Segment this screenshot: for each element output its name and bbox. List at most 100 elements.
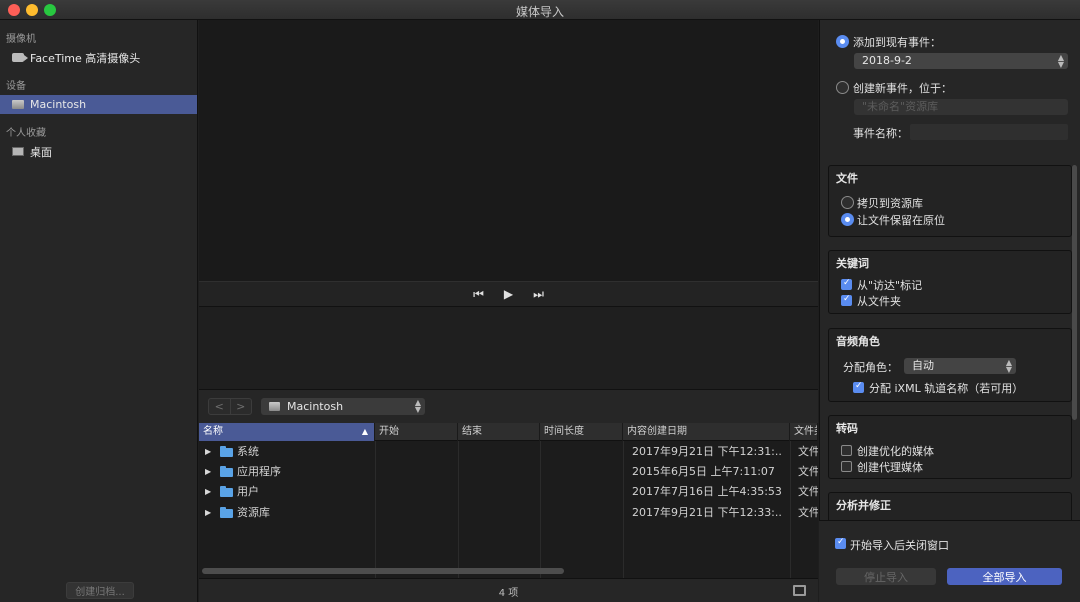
folder-icon	[220, 446, 233, 457]
transcode-section: 转码 创建优化的媒体 创建代理媒体	[828, 415, 1072, 479]
column-header-type[interactable]: 文件类	[790, 423, 818, 441]
table-row[interactable]: ▶ 系统 2017年9月21日 下午12:31:... 文件	[199, 442, 818, 462]
section-title: 音频角色	[836, 335, 880, 348]
vertical-scrollbar[interactable]	[1072, 165, 1077, 420]
section-title: 文件	[836, 172, 858, 185]
row-type: 文件	[798, 445, 818, 458]
folder-icon	[220, 486, 233, 497]
transport-controls: ⏮ ▶ ⏭	[199, 281, 818, 307]
section-title: 分析并修正	[836, 499, 891, 512]
ixml-checkbox[interactable]	[853, 381, 864, 393]
event-name-input[interactable]	[910, 124, 1068, 140]
sidebar-item-macintosh[interactable]: Macintosh	[0, 95, 197, 114]
from-folders-label: 从文件夹	[857, 295, 901, 308]
close-after-import-label: 开始导入后关闭窗口	[850, 539, 949, 552]
section-title: 关键词	[836, 257, 869, 270]
assign-role-select[interactable]: 自动 ▲ ▼	[904, 358, 1016, 374]
preview-viewer	[199, 20, 818, 281]
location-select[interactable]: Macintosh ▲ ▼	[261, 398, 425, 415]
table-header: 名称 ▲ 开始 结束 时间长度 内容创建日期 文件类	[199, 423, 818, 441]
optimized-media-checkbox[interactable]	[841, 445, 852, 456]
horizontal-scrollbar[interactable]	[202, 568, 564, 574]
files-section: 文件 拷贝到资源库 让文件保留在原位	[828, 165, 1072, 237]
browser-toolbar: < > Macintosh ▲ ▼	[199, 389, 818, 423]
disclosure-triangle-icon[interactable]: ▶	[205, 503, 211, 523]
existing-event-select[interactable]: 2018-9-2 ▲ ▼	[854, 53, 1068, 69]
row-name: 系统	[237, 445, 259, 458]
row-name: 应用程序	[237, 465, 281, 478]
disclosure-triangle-icon[interactable]: ▶	[205, 442, 211, 462]
disk-icon	[12, 100, 24, 109]
location-value: Macintosh	[287, 400, 344, 413]
add-to-event-label: 添加到现有事件：	[853, 36, 941, 49]
column-header-end[interactable]: 结束	[458, 423, 540, 441]
create-new-event-radio[interactable]	[836, 81, 849, 94]
from-folders-checkbox[interactable]	[841, 294, 852, 306]
table-row[interactable]: ▶ 应用程序 2015年6月5日 上午7:11:07 文件	[199, 462, 818, 482]
assign-role-label: 分配角色：	[843, 361, 898, 374]
navigation-buttons: < >	[208, 398, 252, 415]
stop-import-button[interactable]: 停止导入	[836, 568, 936, 585]
section-title: 转码	[836, 422, 858, 435]
proxy-media-label: 创建代理媒体	[857, 461, 923, 474]
proxy-media-checkbox[interactable]	[841, 461, 852, 472]
import-all-button[interactable]: 全部导入	[947, 568, 1062, 585]
sidebar-header-devices: 设备	[6, 81, 26, 92]
folder-icon	[220, 507, 233, 518]
sidebar-header-cameras: 摄像机	[6, 34, 36, 45]
row-type: 文件	[798, 465, 818, 478]
table-row[interactable]: ▶ 资源库 2017年9月21日 下午12:33:... 文件	[199, 503, 818, 523]
keywords-section: 关键词 从"访达"标记 从文件夹	[828, 250, 1072, 314]
event-name-label: 事件名称：	[853, 127, 908, 140]
file-table: 名称 ▲ 开始 结束 时间长度 内容创建日期 文件类 ▶ 系统 2017年9月2…	[199, 423, 818, 578]
library-value: "未命名"资源库	[862, 100, 939, 113]
disclosure-triangle-icon[interactable]: ▶	[205, 482, 211, 502]
sidebar-header-favorites: 个人收藏	[6, 128, 46, 139]
audio-roles-section: 音频角色 分配角色： 自动 ▲▼ 分配 iXML 轨道名称（若可用）	[828, 328, 1072, 402]
sidebar-item-label: Macintosh	[30, 98, 87, 111]
title-bar: 媒体导入	[0, 0, 1080, 20]
item-count: 4 项	[498, 588, 519, 599]
row-created: 2017年9月21日 下午12:31:...	[632, 445, 782, 458]
create-new-event-label: 创建新事件，位于：	[853, 82, 952, 95]
close-after-import-checkbox[interactable]	[835, 537, 846, 549]
filmstrip-view-icon[interactable]	[793, 585, 806, 596]
leave-in-place-label: 让文件保留在原位	[857, 214, 945, 227]
column-header-start[interactable]: 开始	[375, 423, 458, 441]
forward-button[interactable]: >	[231, 399, 252, 414]
ixml-label: 分配 iXML 轨道名称（若可用）	[869, 382, 1024, 395]
table-row[interactable]: ▶ 用户 2017年7月16日 上午4:35:53 文件	[199, 482, 818, 502]
sidebar-item-facetime-camera[interactable]: FaceTime 高清摄像头	[0, 48, 197, 67]
library-select[interactable]: "未命名"资源库	[854, 99, 1068, 115]
chevron-updown-icon: ▲ ▼	[1057, 53, 1064, 69]
skip-forward-icon[interactable]: ⏭	[533, 287, 544, 302]
row-name: 资源库	[237, 506, 270, 519]
column-header-name[interactable]: 名称 ▲	[199, 423, 375, 441]
create-archive-button[interactable]: 创建归档...	[66, 582, 134, 599]
sidebar: 摄像机 FaceTime 高清摄像头 设备 Macintosh 个人收藏 桌面 …	[0, 20, 198, 602]
existing-event-value: 2018-9-2	[862, 54, 912, 67]
chevron-updown-icon: ▲ ▼	[1005, 358, 1012, 374]
row-type: 文件	[798, 506, 818, 519]
copy-to-library-label: 拷贝到资源库	[857, 197, 923, 210]
back-button[interactable]: <	[209, 399, 231, 414]
leave-in-place-radio[interactable]	[841, 213, 854, 226]
sidebar-item-desktop[interactable]: 桌面	[0, 142, 197, 161]
column-header-duration[interactable]: 时间长度	[540, 423, 623, 441]
add-to-event-radio[interactable]	[836, 35, 849, 48]
sidebar-item-label: FaceTime 高清摄像头	[30, 51, 141, 65]
copy-to-library-radio[interactable]	[841, 196, 854, 209]
desktop-icon	[12, 147, 24, 156]
disclosure-triangle-icon[interactable]: ▶	[205, 462, 211, 482]
finder-tags-checkbox[interactable]	[841, 278, 852, 290]
filmstrip-area	[199, 307, 818, 389]
window-title: 媒体导入	[515, 5, 564, 19]
skip-back-icon[interactable]: ⏮	[473, 287, 484, 302]
sort-ascending-icon: ▲	[361, 427, 368, 436]
row-created: 2015年6月5日 上午7:11:07	[632, 465, 775, 478]
column-header-created[interactable]: 内容创建日期	[623, 423, 790, 441]
folder-icon	[220, 466, 233, 477]
optimized-media-label: 创建优化的媒体	[857, 445, 934, 458]
play-icon[interactable]: ▶	[504, 287, 513, 301]
import-options-panel: 添加到现有事件： 2018-9-2 ▲ ▼ 创建新事件，位于： "未命名"资源库 …	[819, 20, 1080, 602]
